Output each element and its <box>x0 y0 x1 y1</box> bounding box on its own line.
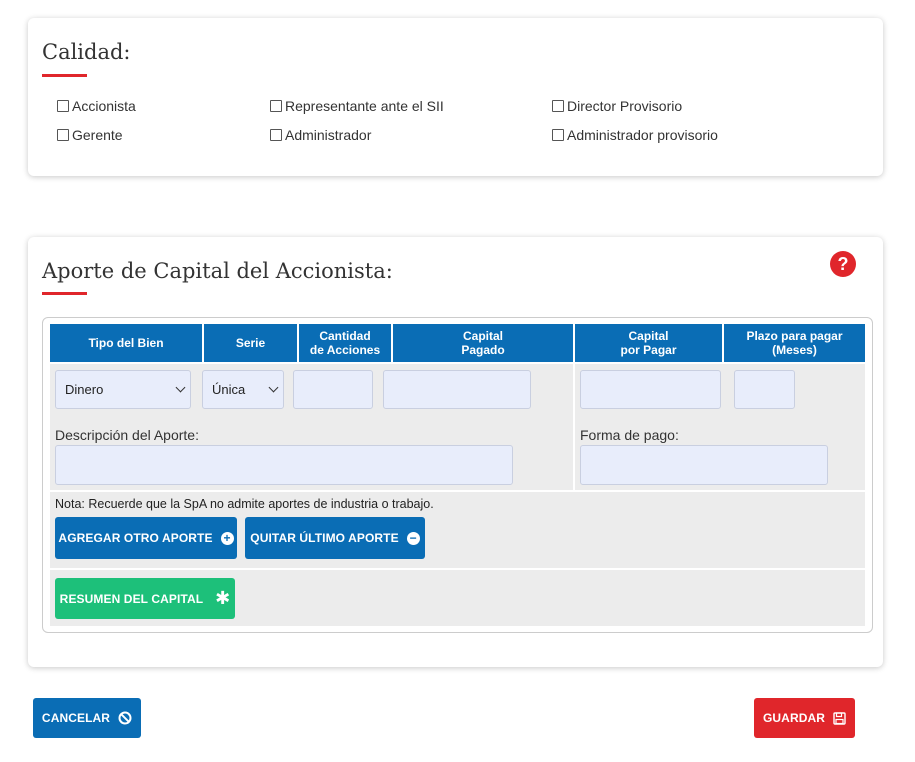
checkbox-box[interactable] <box>57 129 69 141</box>
checkbox-box[interactable] <box>57 100 69 112</box>
header-plazo-pagar: Plazo para pagar (Meses) <box>724 324 865 362</box>
nota-text: Nota: Recuerde que la SpA no admite apor… <box>55 497 434 511</box>
checkbox-gerente[interactable]: Gerente <box>57 127 123 143</box>
checkbox-label: Accionista <box>72 98 136 114</box>
agregar-aporte-label: AGREGAR OTRO APORTE <box>58 531 213 545</box>
checkbox-box[interactable] <box>270 100 282 112</box>
guardar-label: GUARDAR <box>762 711 826 725</box>
checkbox-accionista[interactable]: Accionista <box>57 98 136 114</box>
checkbox-administrador[interactable]: Administrador <box>270 127 371 143</box>
calidad-title: Calidad: <box>42 40 131 64</box>
quitar-aporte-label: QUITAR ÚLTIMO APORTE <box>250 531 399 545</box>
checkbox-administrador-provisorio[interactable]: Administrador provisorio <box>552 127 718 143</box>
checkbox-box[interactable] <box>552 100 564 112</box>
resumen-capital-button[interactable]: RESUMEN DEL CAPITAL ✱ <box>55 578 235 619</box>
aporte-title-underline <box>42 292 87 295</box>
aporte-title: Aporte de Capital del Accionista: <box>42 259 393 283</box>
plazo-pagar-input[interactable] <box>734 370 795 409</box>
descripcion-label: Descripción del Aporte: <box>55 427 199 443</box>
header-capital-pagado: Capital Pagado <box>393 324 573 362</box>
header-capital-por-pagar: Capital por Pagar <box>575 324 722 362</box>
capital-pagado-input[interactable] <box>383 370 531 409</box>
question-circle-icon[interactable]: ? <box>830 251 856 277</box>
ban-icon <box>118 711 132 725</box>
serie-value: Única <box>212 382 246 397</box>
checkbox-representante-sii[interactable]: Representante ante el SII <box>270 98 444 114</box>
cancelar-label: CANCELAR <box>41 711 111 725</box>
save-icon <box>833 711 846 725</box>
checkbox-label: Gerente <box>72 127 123 143</box>
asterisk-icon: ✱ <box>215 588 231 608</box>
quitar-aporte-button[interactable]: QUITAR ÚLTIMO APORTE − <box>245 517 425 559</box>
checkbox-director-provisorio[interactable]: Director Provisorio <box>552 98 682 114</box>
cancelar-button[interactable]: CANCELAR <box>33 698 141 738</box>
forma-pago-input[interactable] <box>580 445 828 485</box>
checkbox-label: Director Provisorio <box>567 98 683 114</box>
descripcion-aporte-input[interactable] <box>55 445 513 485</box>
checkbox-box[interactable] <box>270 129 282 141</box>
checkbox-label: Administrador provisorio <box>567 127 718 143</box>
chevron-down-icon <box>268 382 279 393</box>
tipo-bien-select[interactable]: Dinero <box>55 370 191 409</box>
forma-pago-label: Forma de pago: <box>580 427 679 443</box>
checkbox-box[interactable] <box>552 129 564 141</box>
header-serie: Serie <box>204 324 297 362</box>
aporte-card: Aporte de Capital del Accionista: ? Tipo… <box>28 237 883 667</box>
calidad-card: Calidad: Accionista Representante ante e… <box>28 18 883 176</box>
header-tipo-bien: Tipo del Bien <box>50 324 202 362</box>
aporte-table-container: Tipo del Bien Serie Cantidad de Acciones… <box>42 317 873 633</box>
guardar-button[interactable]: GUARDAR <box>754 698 855 738</box>
agregar-aporte-button[interactable]: AGREGAR OTRO APORTE + <box>55 517 237 559</box>
checkbox-label: Representante ante el SII <box>285 98 444 114</box>
capital-por-pagar-input[interactable] <box>580 370 721 409</box>
resumen-capital-label: RESUMEN DEL CAPITAL <box>59 591 204 606</box>
cantidad-acciones-input[interactable] <box>293 370 373 409</box>
checkbox-label: Administrador <box>285 127 372 143</box>
plus-circle-icon: + <box>220 531 234 545</box>
calidad-title-underline <box>42 74 87 77</box>
chevron-down-icon <box>175 382 186 393</box>
header-cantidad-acciones: Cantidad de Acciones <box>299 324 391 362</box>
minus-circle-icon: − <box>406 531 420 545</box>
tipo-bien-value: Dinero <box>65 382 104 397</box>
serie-select[interactable]: Única <box>202 370 284 409</box>
